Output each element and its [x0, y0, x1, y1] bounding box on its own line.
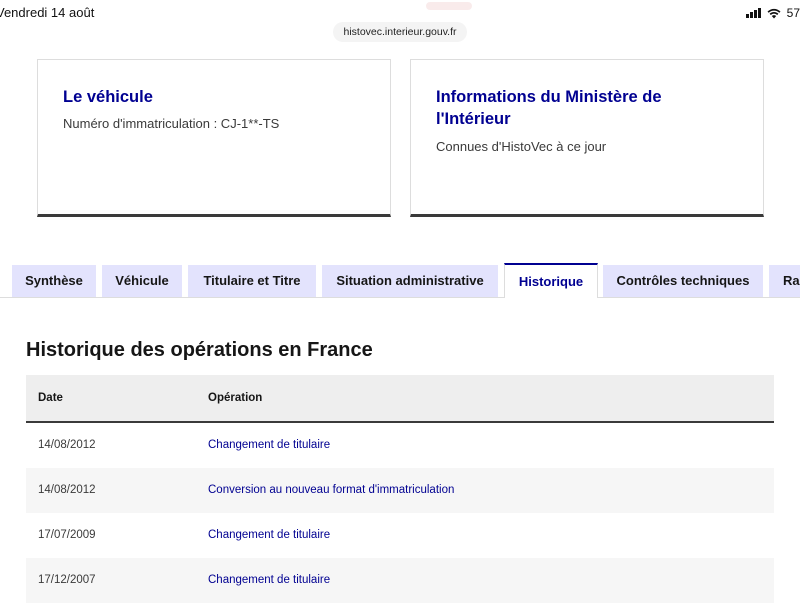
status-date: Vendredi 14 août [0, 5, 95, 20]
table-row: 17/12/2007 Changement de titulaire [26, 558, 774, 603]
registration-number: Numéro d'immatriculation : CJ-1**-TS [63, 116, 280, 131]
tab-bar: Synthèse Véhicule Titulaire et Titre Sit… [0, 263, 800, 298]
row-operation: Conversion au nouveau format d'immatricu… [208, 484, 455, 496]
row-date: 17/12/2007 [38, 574, 96, 586]
column-header-operation: Opération [208, 392, 263, 404]
vehicle-card: Le véhicule Numéro d'immatriculation : C… [37, 59, 391, 217]
status-bar: Vendredi 14 août histovec.interieur.gouv… [0, 0, 800, 58]
tab-indicator [426, 2, 472, 10]
tab-historique[interactable]: Historique [504, 263, 598, 298]
row-date: 17/07/2009 [38, 529, 96, 541]
table-row: 14/08/2012 Conversion au nouveau format … [26, 468, 774, 513]
tab-controles-techniques[interactable]: Contrôles techniques [603, 265, 763, 297]
tab-rapport[interactable]: Rap [769, 265, 800, 297]
vehicle-card-title: Le véhicule [63, 88, 153, 106]
row-operation: Changement de titulaire [208, 439, 331, 451]
table-row: 17/07/2009 Changement de titulaire [26, 513, 774, 558]
row-operation: Changement de titulaire [208, 574, 331, 586]
status-indicators: 57 [745, 6, 800, 20]
tab-situation-administrative[interactable]: Situation administrative [322, 265, 498, 297]
wifi-icon [767, 8, 781, 18]
tab-titulaire-titre[interactable]: Titulaire et Titre [188, 265, 316, 297]
history-table: Date Opération 14/08/2012 Changement de … [26, 375, 774, 603]
table-row: 14/08/2012 Changement de titulaire [26, 423, 774, 468]
tab-synthese[interactable]: Synthèse [12, 265, 96, 297]
row-operation: Changement de titulaire [208, 529, 331, 541]
ministry-card: Informations du Ministère de l'Intérieur… [410, 59, 764, 217]
table-header: Date Opération [26, 375, 774, 423]
row-date: 14/08/2012 [38, 484, 96, 496]
cellular-signal-icon [745, 8, 761, 18]
column-header-date: Date [38, 392, 63, 404]
ministry-card-subtitle: Connues d'HistoVec à ce jour [436, 139, 607, 154]
url-bar[interactable]: histovec.interieur.gouv.fr [333, 22, 467, 42]
section-title: Historique des opérations en France [26, 339, 373, 361]
ministry-card-title: Informations du Ministère de l'Intérieur [436, 88, 662, 128]
tab-vehicule[interactable]: Véhicule [102, 265, 182, 297]
row-date: 14/08/2012 [38, 439, 96, 451]
battery-percent: 57 [786, 6, 800, 20]
